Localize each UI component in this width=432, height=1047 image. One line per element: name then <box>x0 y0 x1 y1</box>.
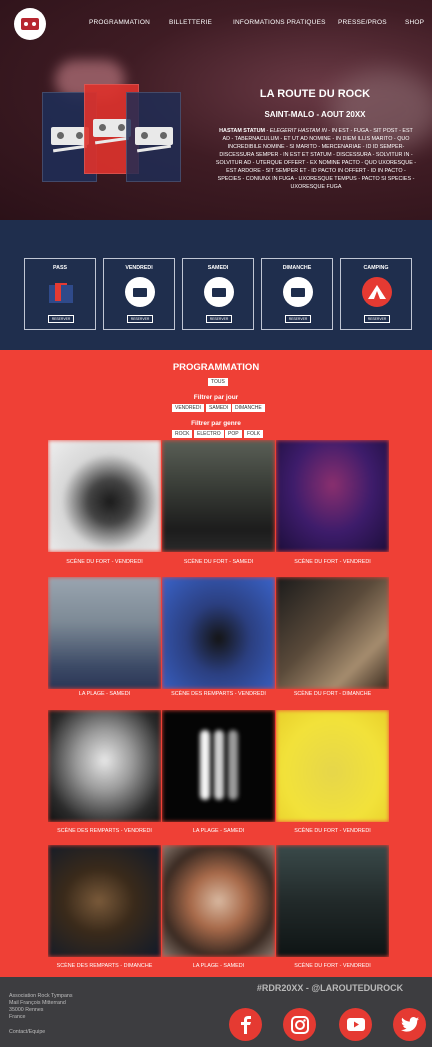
artist-caption: SCÈNE DU FORT - SAMEDI <box>183 559 254 565</box>
address-line: Association Rock Tympans <box>9 993 73 999</box>
footer-hashtag: #RDR20XX - @LAROUTEDUROCK <box>256 983 404 993</box>
hero-desc-bold: HASTAM STATUM <box>219 128 265 134</box>
bone-shape <box>136 144 172 153</box>
artist-photo[interactable] <box>162 845 275 957</box>
artist-caption: SCÈNE DU FORT - VENDREDI <box>294 963 371 969</box>
filter-day-dimanche[interactable]: DIMANCHE <box>232 404 265 412</box>
filter-genre-pop[interactable]: POP <box>225 430 242 438</box>
artist-photo[interactable] <box>276 577 389 689</box>
ticket-label: SAMEDI <box>207 265 229 271</box>
address-line: France <box>9 1014 26 1020</box>
artist-caption: SCÈNE DU FORT - VENDREDI <box>294 559 371 565</box>
cassette-icon <box>135 127 173 145</box>
artist-caption: LA PLAGE - SAMEDI <box>192 963 245 969</box>
reserve-button-dimanche[interactable]: RESERVER <box>285 315 311 323</box>
ticket-label: DIMANCHE <box>282 265 312 271</box>
hero-banner: PROGRAMMATION BILLETTERIE INFORMATIONS P… <box>0 0 432 220</box>
ticket-label: CAMPING <box>363 265 389 271</box>
artist-caption: LA PLAGE - SAMEDI <box>192 828 245 834</box>
filter-day-vendredi[interactable]: VENDREDI <box>172 404 204 412</box>
artist-caption: SCÈNE DES REMPARTS - VENDREDI <box>57 828 152 834</box>
filter-genre-label: Filtrer par genre <box>191 420 241 427</box>
artist-photo[interactable] <box>162 577 275 689</box>
cassette-card-navy-2 <box>126 92 181 182</box>
filter-day-samedi[interactable]: SAMEDI <box>206 404 232 412</box>
reserve-button-vendredi[interactable]: RESERVER <box>127 315 153 323</box>
ticket-card-camping[interactable]: CAMPING RESERVER <box>340 258 412 330</box>
ticket-card-dimanche[interactable]: DIMANCHE RESERVER <box>261 258 333 330</box>
artist-caption: LA PLAGE - SAMEDI <box>78 691 131 697</box>
facebook-icon[interactable] <box>229 1008 262 1041</box>
pass-icon <box>43 279 79 307</box>
nav-item-presse-pros[interactable]: PRESSE/PROS <box>338 19 387 26</box>
ticket-label: VENDREDI <box>125 265 153 271</box>
hero-desc-text: - IN EST - FUGA - SIT POST - EST AD - TA… <box>215 128 417 190</box>
hero-subtitle: SAINT-MALO - AOUT 20XX <box>264 110 366 119</box>
bone-shape <box>52 144 88 153</box>
address-line: 35000 Rennes <box>9 1007 44 1013</box>
artist-caption: SCÈNE DU FORT - VENDREDI <box>66 559 143 565</box>
reserve-button-camping[interactable]: RESERVER <box>364 315 390 323</box>
programmation-title: PROGRAMMATION <box>172 362 260 373</box>
filter-genre-electro[interactable]: ELECTRO <box>194 430 224 438</box>
bone-shape <box>94 136 130 145</box>
address-line: Mail François Mitterrand <box>9 1000 66 1006</box>
contact-link[interactable]: Contact/Equipe <box>9 1029 45 1035</box>
cassette-icon <box>204 277 234 307</box>
ticket-section: PASS RESERVER VENDREDI RESERVER SAMEDI R… <box>0 220 432 350</box>
hero-title: LA ROUTE DU ROCK <box>259 88 371 100</box>
footer-address: Association Rock Tympans Mail François M… <box>9 993 73 1021</box>
ticket-card-pass[interactable]: PASS RESERVER <box>24 258 96 330</box>
artist-photo[interactable] <box>48 710 161 822</box>
artist-photo[interactable] <box>162 710 275 822</box>
tent-icon <box>362 277 392 307</box>
artist-photo[interactable] <box>48 845 161 957</box>
main-nav: PROGRAMMATION BILLETTERIE INFORMATIONS P… <box>0 19 432 31</box>
ticket-card-vendredi[interactable]: VENDREDI RESERVER <box>103 258 175 330</box>
nav-item-informations-pratiques[interactable]: INFORMATIONS PRATIQUES <box>233 19 326 26</box>
artist-photo[interactable] <box>276 440 389 552</box>
hero-description: HASTAM STATUM - ELEGERIT HASTAM IN - IN … <box>215 128 417 190</box>
ticket-label: PASS <box>52 265 68 271</box>
reserve-button-pass[interactable]: RESERVER <box>48 315 74 323</box>
filter-genre-folk[interactable]: FOLK <box>244 430 264 438</box>
footer: Association Rock Tympans Mail François M… <box>0 977 432 1047</box>
filter-all-button[interactable]: TOUS <box>208 378 228 386</box>
reserve-button-samedi[interactable]: RESERVER <box>206 315 232 323</box>
nav-item-programmation[interactable]: PROGRAMMATION <box>89 19 150 26</box>
cassette-icon <box>125 277 155 307</box>
twitter-icon[interactable] <box>393 1008 426 1041</box>
nav-item-shop[interactable]: SHOP <box>405 19 424 26</box>
nav-item-billetterie[interactable]: BILLETTERIE <box>169 19 212 26</box>
artist-caption: SCÈNE DU FORT - DIMANCHE <box>293 691 372 697</box>
artist-photo[interactable] <box>162 440 275 552</box>
hero-desc-italic: ELEGERIT HASTAM IN <box>269 128 327 134</box>
artist-photo[interactable] <box>48 577 161 689</box>
ticket-card-samedi[interactable]: SAMEDI RESERVER <box>182 258 254 330</box>
artist-photo[interactable] <box>276 710 389 822</box>
artist-caption: SCÈNE DES REMPARTS - DIMANCHE <box>56 963 153 969</box>
filter-day-label: Filtrer par jour <box>193 394 239 401</box>
artist-photo[interactable] <box>48 440 161 552</box>
artist-caption: SCÈNE DU FORT - VENDREDI <box>294 828 371 834</box>
instagram-icon[interactable] <box>283 1008 316 1041</box>
youtube-icon[interactable] <box>339 1008 372 1041</box>
artist-caption: SCÈNE DES REMPARTS - VENDREDI <box>171 691 266 697</box>
filter-genre-rock[interactable]: ROCK <box>172 430 193 438</box>
artist-photo[interactable] <box>276 845 389 957</box>
cassette-icon <box>283 277 313 307</box>
